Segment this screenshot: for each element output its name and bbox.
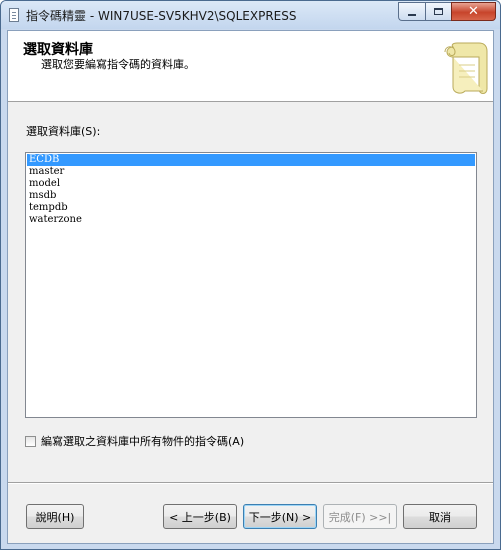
title-bar[interactable]: 指令碼精靈 - WIN7USE-SV5KHV2\SQLEXPRESS ✕: [1, 1, 500, 29]
minimize-button[interactable]: [398, 2, 425, 21]
maximize-button[interactable]: [425, 2, 451, 21]
window-title: 指令碼精靈 - WIN7USE-SV5KHV2\SQLEXPRESS: [26, 9, 297, 23]
list-item[interactable]: waterzone: [27, 214, 475, 226]
page-subtitle: 選取您要編寫指令碼的資料庫。: [41, 58, 195, 71]
wizard-header: 選取資料庫 選取您要編寫指令碼的資料庫。: [8, 31, 493, 102]
wizard-window: 指令碼精靈 - WIN7USE-SV5KHV2\SQLEXPRESS ✕ 選取資…: [0, 0, 501, 550]
close-button[interactable]: ✕: [451, 2, 496, 21]
list-item[interactable]: msdb: [27, 190, 475, 202]
scroll-icon: [444, 42, 488, 94]
script-all-objects-checkbox[interactable]: [25, 435, 36, 447]
script-all-objects-label[interactable]: 編寫選取之資料庫中所有物件的指令碼(A): [41, 433, 244, 449]
finish-button[interactable]: 完成(F) >>|: [323, 504, 397, 529]
window-controls: ✕: [398, 2, 496, 21]
dialog-body: 選取資料庫 選取您要編寫指令碼的資料庫。 選取資料庫(S): ECDB mast…: [7, 30, 494, 544]
help-button[interactable]: 說明(H): [26, 504, 84, 529]
minimize-icon: [408, 13, 416, 16]
cancel-button[interactable]: 取消: [403, 504, 477, 529]
next-button[interactable]: 下一步(N) >: [243, 504, 317, 529]
maximize-icon: [434, 8, 443, 15]
list-item[interactable]: ECDB: [27, 154, 475, 166]
script-all-objects-option[interactable]: 編寫選取之資料庫中所有物件的指令碼(A): [25, 434, 244, 448]
button-divider: [8, 482, 493, 484]
list-item[interactable]: model: [27, 178, 475, 190]
back-button[interactable]: < 上一步(B): [163, 504, 237, 529]
close-icon: ✕: [468, 4, 479, 19]
document-icon: [9, 8, 19, 22]
list-item[interactable]: master: [27, 166, 475, 178]
list-item[interactable]: tempdb: [27, 202, 475, 214]
database-list-label: 選取資料庫(S):: [26, 125, 101, 138]
database-listbox[interactable]: ECDB master model msdb tempdb waterzone: [25, 152, 477, 418]
